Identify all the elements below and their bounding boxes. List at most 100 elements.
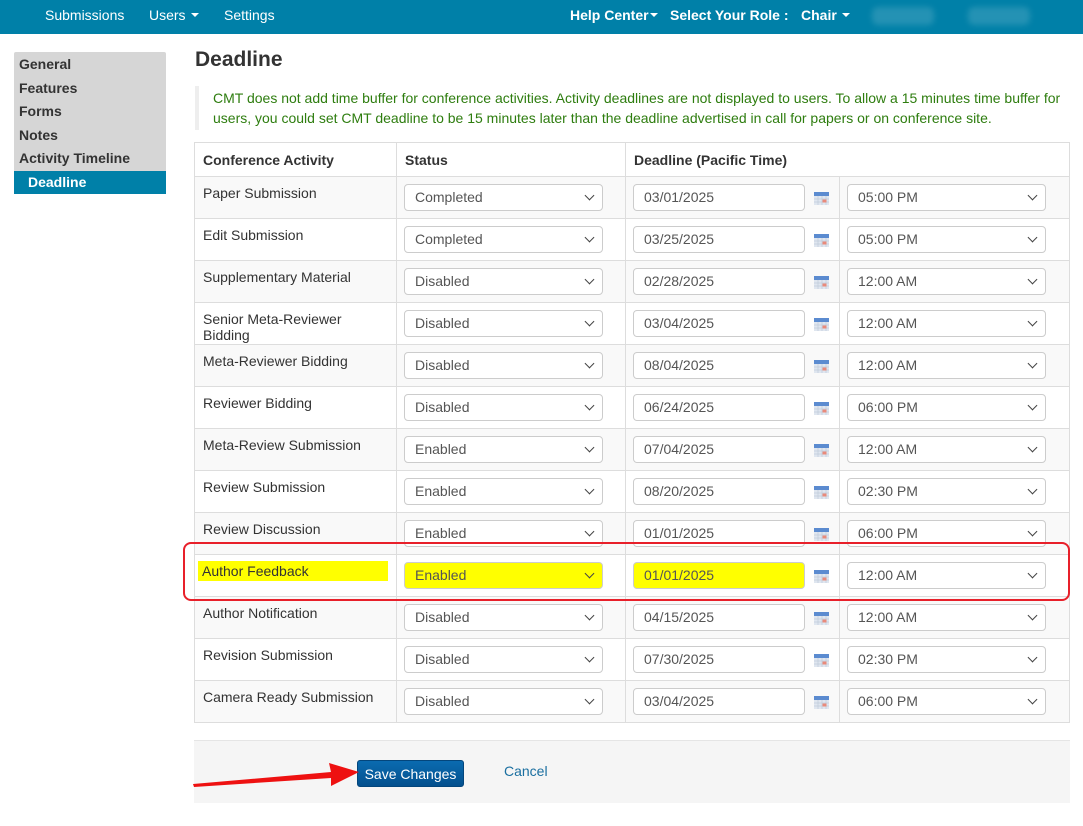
calendar-icon[interactable] xyxy=(814,528,829,541)
time-cell: 12:00 AM xyxy=(839,428,1070,471)
deadline-date-input[interactable]: 03/01/2025 xyxy=(633,184,805,211)
nav-submissions[interactable]: Submissions xyxy=(45,0,124,34)
status-select[interactable]: Disabled xyxy=(404,688,603,715)
role-dropdown[interactable]: Chair xyxy=(801,0,850,34)
cancel-link[interactable]: Cancel xyxy=(504,763,548,779)
time-cell: 12:00 AM xyxy=(839,554,1070,597)
calendar-icon[interactable] xyxy=(814,192,829,205)
date-cell: 03/04/2025 xyxy=(625,302,840,345)
chevron-down-icon xyxy=(584,316,595,327)
nav-users-dropdown[interactable]: Users xyxy=(149,0,199,34)
calendar-icon[interactable] xyxy=(814,402,829,415)
deadline-date-input[interactable]: 03/04/2025 xyxy=(633,688,805,715)
status-cell: Disabled xyxy=(396,680,626,723)
calendar-icon[interactable] xyxy=(814,654,829,667)
status-select[interactable]: Completed xyxy=(404,226,603,253)
sidebar-item-notes[interactable]: Notes xyxy=(14,124,166,148)
deadline-time-select[interactable]: 12:00 AM xyxy=(847,604,1046,631)
deadline-time-select[interactable]: 12:00 AM xyxy=(847,310,1046,337)
top-navbar: Submissions Users Settings Help Center S… xyxy=(0,0,1083,34)
deadline-date-input[interactable]: 06/24/2025 xyxy=(633,394,805,421)
deadline-date-input[interactable]: 07/04/2025 xyxy=(633,436,805,463)
time-cell: 05:00 PM xyxy=(839,218,1070,261)
date-value: 08/20/2025 xyxy=(644,483,715,499)
time-value: 05:00 PM xyxy=(858,231,918,247)
deadline-date-input[interactable]: 03/25/2025 xyxy=(633,226,805,253)
date-cell: 06/24/2025 xyxy=(625,386,840,429)
table-row: Camera Ready Submission Disabled 03/04/202… xyxy=(194,680,1070,723)
deadline-time-select[interactable]: 06:00 PM xyxy=(847,520,1046,547)
deadline-date-input[interactable]: 01/01/2025 xyxy=(633,562,805,589)
deadline-time-select[interactable]: 12:00 AM xyxy=(847,268,1046,295)
deadline-date-input[interactable]: 08/04/2025 xyxy=(633,352,805,379)
status-select[interactable]: Enabled xyxy=(404,436,603,463)
activity-cell: Reviewer Bidding xyxy=(194,386,397,429)
status-select[interactable]: Disabled xyxy=(404,604,603,631)
date-cell: 02/28/2025 xyxy=(625,260,840,303)
deadline-time-select[interactable]: 06:00 PM xyxy=(847,394,1046,421)
deadline-time-select[interactable]: 02:30 PM xyxy=(847,646,1046,673)
header-conference-activity: Conference Activity xyxy=(194,142,397,177)
deadline-time-select[interactable]: 02:30 PM xyxy=(847,478,1046,505)
deadline-time-select[interactable]: 12:00 AM xyxy=(847,436,1046,463)
calendar-icon[interactable] xyxy=(814,612,829,625)
deadline-time-select[interactable]: 12:00 AM xyxy=(847,352,1046,379)
deadline-date-input[interactable]: 07/30/2025 xyxy=(633,646,805,673)
chevron-down-icon xyxy=(1027,316,1038,327)
deadline-date-input[interactable]: 02/28/2025 xyxy=(633,268,805,295)
activity-cell: Supplementary Material xyxy=(194,260,397,303)
status-select[interactable]: Disabled xyxy=(404,268,603,295)
calendar-icon[interactable] xyxy=(814,570,829,583)
status-select[interactable]: Enabled xyxy=(404,478,603,505)
sidebar-item-forms[interactable]: Forms xyxy=(14,100,166,124)
sidebar-item-activity-timeline[interactable]: Activity Timeline xyxy=(14,147,166,171)
redacted-user-info xyxy=(872,7,934,25)
save-changes-button[interactable]: Save Changes xyxy=(357,760,464,787)
deadline-time-select[interactable]: 12:00 AM xyxy=(847,562,1046,589)
status-select[interactable]: Disabled xyxy=(404,646,603,673)
calendar-icon[interactable] xyxy=(814,696,829,709)
status-cell: Enabled xyxy=(396,512,626,555)
status-select[interactable]: Disabled xyxy=(404,394,603,421)
activity-cell: Senior Meta-Reviewer Bidding xyxy=(194,302,397,345)
status-cell: Enabled xyxy=(396,554,626,597)
calendar-icon[interactable] xyxy=(814,486,829,499)
nav-settings[interactable]: Settings xyxy=(224,0,275,34)
activity-name: Supplementary Material xyxy=(203,269,351,285)
date-cell: 01/01/2025 xyxy=(625,512,840,555)
status-select[interactable]: Enabled xyxy=(404,520,603,547)
calendar-icon[interactable] xyxy=(814,360,829,373)
chevron-down-icon xyxy=(1027,190,1038,201)
nav-users-label: Users xyxy=(149,7,186,23)
deadline-time-select[interactable]: 05:00 PM xyxy=(847,226,1046,253)
time-value: 12:00 AM xyxy=(858,357,918,373)
deadline-date-input[interactable]: 01/01/2025 xyxy=(633,520,805,547)
deadline-time-select[interactable]: 06:00 PM xyxy=(847,688,1046,715)
status-select[interactable]: Enabled xyxy=(404,562,603,589)
calendar-icon[interactable] xyxy=(814,276,829,289)
chevron-down-icon xyxy=(1027,400,1038,411)
deadline-date-input[interactable]: 08/20/2025 xyxy=(633,478,805,505)
calendar-icon[interactable] xyxy=(814,444,829,457)
status-cell: Completed xyxy=(396,176,626,219)
status-select[interactable]: Disabled xyxy=(404,352,603,379)
calendar-icon[interactable] xyxy=(814,234,829,247)
status-cell: Disabled xyxy=(396,596,626,639)
time-cell: 12:00 AM xyxy=(839,302,1070,345)
deadline-date-input[interactable]: 03/04/2025 xyxy=(633,310,805,337)
deadline-time-select[interactable]: 05:00 PM xyxy=(847,184,1046,211)
status-select[interactable]: Disabled xyxy=(404,310,603,337)
sidebar-item-general[interactable]: General xyxy=(14,53,166,77)
sidebar-item-features[interactable]: Features xyxy=(14,77,166,101)
deadline-date-input[interactable]: 04/15/2025 xyxy=(633,604,805,631)
time-value: 12:00 AM xyxy=(858,441,918,457)
help-center-dropdown[interactable]: Help Center xyxy=(570,0,658,34)
status-value: Enabled xyxy=(415,567,467,583)
chevron-down-icon xyxy=(1027,610,1038,621)
calendar-icon[interactable] xyxy=(814,318,829,331)
sidebar-item-deadline[interactable]: Deadline xyxy=(14,170,166,194)
chevron-down-icon xyxy=(584,652,595,663)
chevron-down-icon xyxy=(1027,568,1038,579)
activity-name: Meta-Review Submission xyxy=(203,437,361,453)
status-select[interactable]: Completed xyxy=(404,184,603,211)
